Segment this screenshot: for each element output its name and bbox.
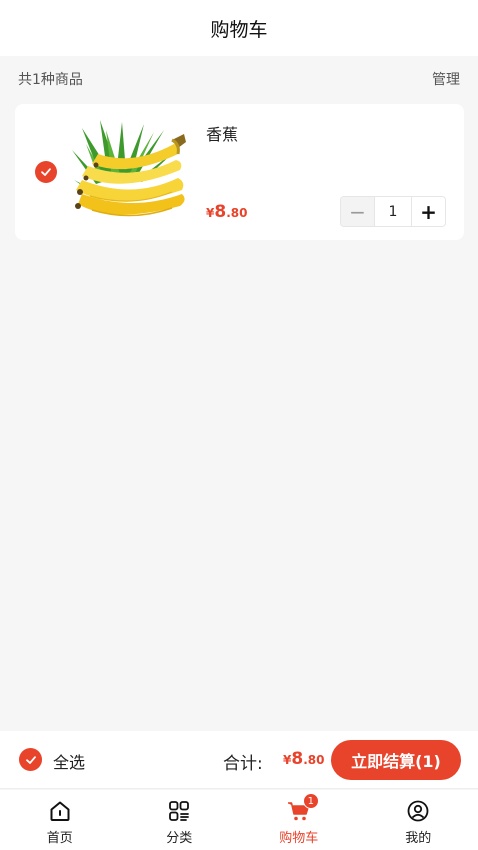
item-count-text: 共1种商品: [18, 72, 83, 88]
checkout-button[interactable]: 立即结算(1): [331, 740, 461, 780]
cart-summary-bar: 共1种商品 管理: [0, 60, 478, 98]
cart-badge: 1: [302, 793, 319, 809]
profile-icon: [406, 799, 430, 823]
tab-profile-label: 我的: [405, 831, 432, 846]
quantity-value[interactable]: 1: [374, 197, 412, 226]
product-name[interactable]: 香蕉: [206, 121, 238, 145]
item-checkbox[interactable]: [35, 161, 57, 183]
tab-profile[interactable]: 我的: [359, 790, 478, 850]
cart-icon: 1: [287, 793, 319, 823]
total-label: 合计:: [223, 754, 263, 774]
tab-category[interactable]: 分类: [120, 790, 240, 850]
select-all-label[interactable]: 全选: [53, 749, 85, 773]
tab-category-label: 分类: [166, 831, 193, 846]
total-integer: 8: [291, 749, 304, 769]
total-price: ¥8.80: [283, 749, 324, 769]
quantity-stepper: − 1 +: [340, 196, 446, 227]
checkmark-icon: [25, 755, 36, 764]
tab-home-label: 首页: [46, 831, 73, 846]
product-price: ¥8.80: [206, 202, 247, 222]
price-integer: 8: [214, 202, 227, 222]
cart-item-card: 香蕉 ¥8.80 − 1 +: [15, 104, 464, 240]
bottom-tab-bar: 首页 分类 1 购物车 我的: [0, 790, 478, 850]
tab-cart[interactable]: 1 购物车: [239, 790, 359, 850]
tab-home[interactable]: 首页: [0, 790, 120, 850]
checkout-bar: 全选 合计: ¥8.80 立即结算(1): [0, 731, 478, 789]
tab-cart-label: 购物车: [279, 831, 319, 846]
page-title: 购物车: [210, 18, 268, 41]
select-all-checkbox[interactable]: [19, 748, 42, 771]
decrease-quantity-button[interactable]: −: [341, 197, 374, 226]
product-image-banana[interactable]: [72, 120, 188, 226]
increase-quantity-button[interactable]: +: [412, 197, 445, 226]
manage-button[interactable]: 管理: [432, 69, 460, 89]
top-header: 购物车: [0, 0, 478, 56]
category-icon: [167, 799, 191, 823]
total-decimal: .80: [303, 753, 325, 767]
checkmark-icon: [41, 168, 51, 176]
price-decimal: .80: [226, 206, 248, 220]
home-icon: [48, 799, 72, 823]
